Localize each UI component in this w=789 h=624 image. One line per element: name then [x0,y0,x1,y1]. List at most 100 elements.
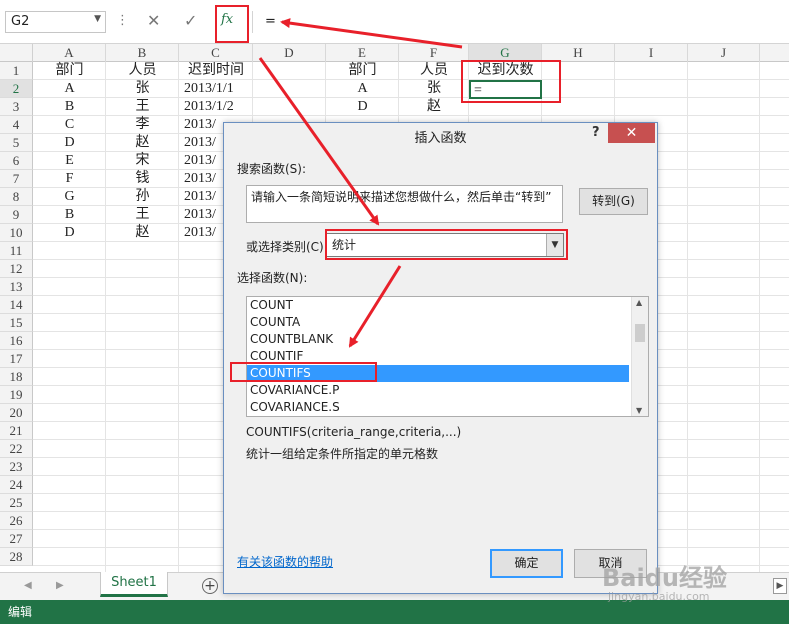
cell-b5[interactable]: 赵 [106,134,179,152]
cell-a7[interactable]: F [33,170,106,188]
formula-input[interactable]: = [252,11,789,33]
function-item-countblank[interactable]: COUNTBLANK [247,331,629,348]
cell-a3[interactable]: B [33,98,106,116]
cell-e1[interactable]: 部门 [326,62,399,80]
cell-e2[interactable]: A [326,80,399,98]
function-item-count[interactable]: COUNT [247,297,629,314]
row-header-24[interactable]: 24 [0,476,33,494]
scroll-up-icon[interactable]: ▲ [636,298,642,307]
row-header-13[interactable]: 13 [0,278,33,296]
row-header-27[interactable]: 27 [0,530,33,548]
cell-a9[interactable]: B [33,206,106,224]
close-button[interactable]: ✕ [608,123,655,143]
column-header-c[interactable]: C [179,44,253,62]
add-sheet-icon[interactable]: + [202,578,218,594]
column-header-d[interactable]: D [253,44,326,62]
row-header-9[interactable]: 9 [0,206,33,224]
function-help-link[interactable]: 有关该函数的帮助 [237,553,333,570]
row-header-28[interactable]: 28 [0,548,33,566]
column-header-j[interactable]: J [688,44,760,62]
sheet-next-icon[interactable]: ▶ [56,580,64,591]
row-header-12[interactable]: 12 [0,260,33,278]
cell-c2[interactable]: 2013/1/1 [179,80,253,98]
cell-b1[interactable]: 人员 [106,62,179,80]
cell-b10[interactable]: 赵 [106,224,179,242]
column-header-e[interactable]: E [326,44,399,62]
column-header-f[interactable]: F [399,44,469,62]
cell-a2[interactable]: A [33,80,106,98]
cancel-icon[interactable]: ✕ [147,11,160,30]
row-header-15[interactable]: 15 [0,314,33,332]
scroll-thumb[interactable] [635,324,645,342]
cell-a5[interactable]: D [33,134,106,152]
function-item-covariance-p[interactable]: COVARIANCE.P [247,382,629,399]
formula-bar: G2 ▼ ⋮ ✕ ✓ fx = [0,0,789,44]
cell-f2[interactable]: 张 [399,80,469,98]
sheet-tab-sheet1[interactable]: Sheet1 [100,572,168,597]
category-label: 或选择类别(C): [246,240,328,254]
cell-b2[interactable]: 张 [106,80,179,98]
function-item-counta[interactable]: COUNTA [247,314,629,331]
function-list-label: 选择函数(N): [237,271,308,285]
search-label: 搜索函数(S): [237,162,307,176]
help-icon[interactable]: ? [592,125,600,140]
row-header-5[interactable]: 5 [0,134,33,152]
row-header-6[interactable]: 6 [0,152,33,170]
column-header-i[interactable]: I [615,44,688,62]
cell-a1[interactable]: 部门 [33,62,106,80]
grid-vline [687,62,688,572]
chevron-down-icon[interactable]: ▼ [94,14,101,24]
formula-bar-grip-icon: ⋮ [116,13,129,28]
cell-b9[interactable]: 王 [106,206,179,224]
name-box-value: G2 [11,14,30,29]
cell-e3[interactable]: D [326,98,399,116]
search-input[interactable]: 请输入一条简短说明来描述您想做什么，然后单击“转到” [246,185,563,223]
row-header-1[interactable]: 1 [0,62,33,80]
function-list[interactable]: ▲ ▼ COUNT COUNTA COUNTBLANK COUNTIF COUNTIFS… [246,296,649,417]
column-header-a[interactable]: A [33,44,106,62]
row-header-8[interactable]: 8 [0,188,33,206]
list-scrollbar[interactable]: ▲ ▼ [631,297,648,416]
dialog-titlebar[interactable]: 插入函数 ? ✕ [224,123,657,147]
cell-b3[interactable]: 王 [106,98,179,116]
row-header-23[interactable]: 23 [0,458,33,476]
cell-c3[interactable]: 2013/1/2 [179,98,253,116]
cell-a10[interactable]: D [33,224,106,242]
cell-c1[interactable]: 迟到时间 [179,62,253,80]
scroll-down-icon[interactable]: ▼ [636,406,642,415]
name-box[interactable]: G2 ▼ [5,11,106,33]
cell-f3[interactable]: 赵 [399,98,469,116]
row-header-17[interactable]: 17 [0,350,33,368]
row-header-3[interactable]: 3 [0,98,33,116]
sheet-prev-icon[interactable]: ◀ [24,580,32,591]
row-header-14[interactable]: 14 [0,296,33,314]
row-header-10[interactable]: 10 [0,224,33,242]
cell-b7[interactable]: 钱 [106,170,179,188]
row-header-11[interactable]: 11 [0,242,33,260]
goto-button[interactable]: 转到(G) [579,188,648,215]
cell-f1[interactable]: 人员 [399,62,469,80]
cell-b4[interactable]: 李 [106,116,179,134]
ok-button[interactable]: 确定 [490,549,563,578]
function-item-covariance-s[interactable]: COVARIANCE.S [247,399,629,416]
cell-a8[interactable]: G [33,188,106,206]
row-header-18[interactable]: 18 [0,368,33,386]
cell-b6[interactable]: 宋 [106,152,179,170]
row-header-21[interactable]: 21 [0,422,33,440]
row-header-4[interactable]: 4 [0,116,33,134]
row-header-16[interactable]: 16 [0,332,33,350]
enter-icon[interactable]: ✓ [184,11,197,30]
cell-a6[interactable]: E [33,152,106,170]
row-header-26[interactable]: 26 [0,512,33,530]
row-header-20[interactable]: 20 [0,404,33,422]
row-header-2[interactable]: 2 [0,80,33,98]
select-all-corner[interactable] [0,44,33,62]
column-headers: ABCDEFGHIJ [0,44,789,62]
row-header-25[interactable]: 25 [0,494,33,512]
cell-a4[interactable]: C [33,116,106,134]
row-header-22[interactable]: 22 [0,440,33,458]
cell-b8[interactable]: 孙 [106,188,179,206]
column-header-b[interactable]: B [106,44,179,62]
row-header-19[interactable]: 19 [0,386,33,404]
row-header-7[interactable]: 7 [0,170,33,188]
